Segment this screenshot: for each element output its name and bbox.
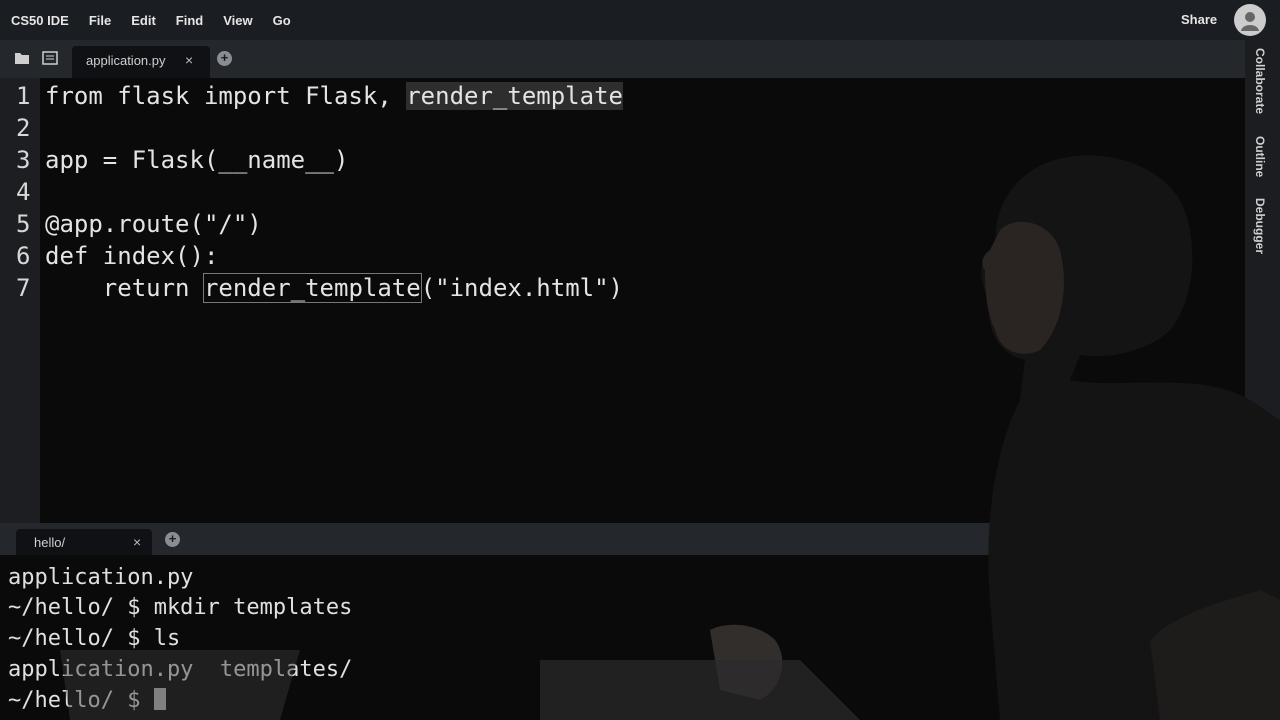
terminal-tab-label: hello/ <box>34 535 66 550</box>
code-line: def index(): <box>45 242 219 270</box>
folder-icon[interactable] <box>14 51 30 70</box>
menu-bar: CS50 IDE File Edit Find View Go <box>0 0 1280 40</box>
code-line: from flask import Flask, render_template <box>45 82 623 110</box>
file-list-icon[interactable] <box>42 51 58 70</box>
line-number: 1 <box>16 82 31 110</box>
menu-edit[interactable]: Edit <box>131 13 156 28</box>
terminal-line: application.py templates/ <box>8 657 353 682</box>
share-button[interactable]: Share <box>1181 12 1217 27</box>
line-number: 6 <box>16 242 31 270</box>
editor-tab-label: application.py <box>86 53 166 68</box>
line-number: 7 <box>16 274 31 302</box>
code-text: from flask import Flask, <box>45 82 407 110</box>
tab-debugger[interactable]: Debugger <box>1253 198 1267 254</box>
terminal-line: ~/hello/ $ ls <box>8 626 181 651</box>
close-icon[interactable]: × <box>133 534 141 550</box>
app-brand[interactable]: CS50 IDE <box>11 13 69 28</box>
add-tab-icon[interactable]: + <box>165 532 180 547</box>
menu-file[interactable]: File <box>89 13 111 28</box>
menu-find[interactable]: Find <box>176 13 203 28</box>
code-line: app = Flask(__name__) <box>45 146 349 174</box>
terminal-cursor <box>153 688 166 710</box>
tab-outline[interactable]: Outline <box>1253 136 1267 177</box>
add-tab-icon[interactable]: + <box>217 51 232 66</box>
code-line: return render_template("index.html") <box>45 273 623 303</box>
code-text: return <box>45 274 204 302</box>
line-number: 4 <box>16 178 31 206</box>
terminal-prompt[interactable]: ~/hello/ $ <box>8 688 166 713</box>
line-number: 3 <box>16 146 31 174</box>
terminal-line: application.py <box>8 565 194 590</box>
code-text: ("index.html") <box>420 274 623 302</box>
code-line: @app.route("/") <box>45 210 262 238</box>
tab-collaborate[interactable]: Collaborate <box>1253 48 1267 114</box>
highlighted-token: render_template <box>406 82 623 110</box>
menu-go[interactable]: Go <box>273 13 291 28</box>
line-number: 2 <box>16 114 31 142</box>
prompt-text: ~/hello/ $ <box>8 688 154 713</box>
close-icon[interactable]: × <box>185 52 193 68</box>
menu-view[interactable]: View <box>223 13 252 28</box>
terminal-line: ~/hello/ $ mkdir templates <box>8 595 353 620</box>
user-avatar-icon[interactable] <box>1234 4 1266 36</box>
matched-token: render_template <box>202 273 422 303</box>
terminal-tab-bar <box>0 523 1280 555</box>
line-number: 5 <box>16 210 31 238</box>
